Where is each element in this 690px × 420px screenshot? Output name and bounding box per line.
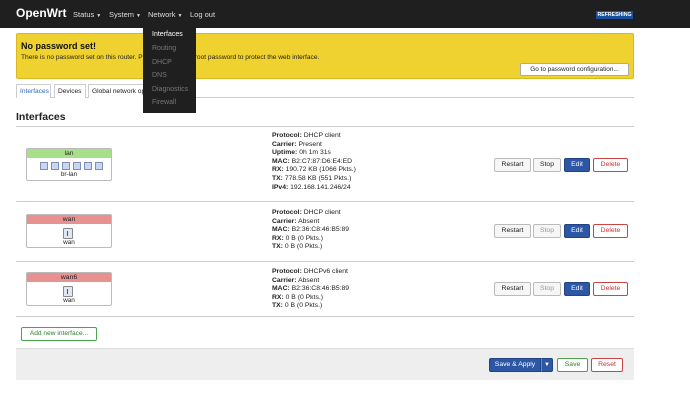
save-button[interactable]: Save: [557, 358, 588, 372]
interface-info-lan: Protocol: DHCP client Carrier: Present U…: [272, 132, 356, 192]
section-title: Interfaces: [16, 111, 66, 123]
alert-title: No password set!: [21, 41, 97, 51]
info-line: Protocol: DHCP client: [272, 209, 341, 216]
restart-button[interactable]: Restart: [494, 282, 531, 296]
menu-logout[interactable]: Log out: [190, 10, 215, 19]
info-line: Protocol: DHCPv6 client: [272, 268, 348, 275]
delete-button[interactable]: Delete: [593, 224, 628, 238]
interface-name: lan: [27, 149, 111, 158]
dropdown-item-interfaces[interactable]: Interfaces: [152, 31, 183, 38]
chevron-down-icon: ▼: [136, 13, 141, 19]
info-line: Protocol: DHCP client: [272, 132, 341, 139]
info-line: Uptime: 0h 1m 31s: [272, 149, 331, 157]
info-line: RX: 190.72 KB (1066 Pkts.): [272, 166, 356, 174]
chevron-down-icon: ▼: [96, 13, 102, 19]
menu-system-label: System: [109, 10, 135, 19]
interface-device: br-lan: [60, 171, 78, 178]
tab-interfaces[interactable]: Interfaces: [16, 84, 51, 98]
info-line: RX: 0 B (0 Pkts.): [272, 234, 323, 242]
interface-device: wan: [63, 297, 75, 304]
restart-button[interactable]: Restart: [494, 224, 531, 238]
tab-devices[interactable]: Devices: [54, 84, 86, 98]
edit-button[interactable]: Edit: [564, 224, 590, 238]
menu-system[interactable]: System ▼: [109, 10, 141, 19]
dropdown-item-dns[interactable]: DNS: [152, 72, 167, 79]
menu-status[interactable]: Status ▼: [73, 10, 101, 19]
dropdown-item-routing[interactable]: Routing: [152, 45, 176, 52]
add-interface-button[interactable]: Add new interface...: [21, 327, 97, 341]
interface-name: wan6: [27, 273, 111, 282]
interface-info-wan6: Protocol: DHCPv6 client Carrier: Absent …: [272, 268, 349, 311]
delete-button[interactable]: Delete: [593, 158, 628, 172]
interface-badge-wan[interactable]: wan wan: [26, 214, 112, 248]
interface-badge-lan[interactable]: lan br-lan: [26, 148, 112, 181]
dropdown-item-diagnostics[interactable]: Diagnostics: [152, 86, 188, 93]
ethernet-port-icon: [63, 228, 73, 239]
dropdown-item-firewall[interactable]: Firewall: [152, 99, 176, 106]
reset-button[interactable]: Reset: [591, 358, 623, 372]
tab-global-network-options[interactable]: Global network options: [88, 84, 144, 98]
brand-logo[interactable]: OpenWrt: [16, 6, 66, 20]
stop-button[interactable]: Stop: [533, 224, 561, 238]
network-dropdown-menu: Interfaces Routing DHCP DNS Diagnostics …: [143, 27, 196, 113]
menu-status-label: Status: [73, 10, 95, 19]
info-line: IPv4: 192.168.141.246/24: [272, 183, 351, 191]
info-line: RX: 0 B (0 Pkts.): [272, 293, 323, 301]
interface-device: wan: [63, 239, 75, 246]
table-row-wan6: wan6 wan Protocol: DHCPv6 client Carrier…: [16, 261, 634, 317]
interface-info-wan: Protocol: DHCP client Carrier: Absent MA…: [272, 209, 349, 252]
edit-button[interactable]: Edit: [564, 282, 590, 296]
info-line: TX: 0 B (0 Pkts.): [272, 243, 323, 251]
dropdown-item-dhcp[interactable]: DHCP: [152, 59, 172, 66]
info-line: TX: 0 B (0 Pkts.): [272, 302, 323, 310]
info-line: Carrier: Absent: [272, 276, 320, 284]
refreshing-badge[interactable]: REFRESHING: [596, 11, 633, 19]
chevron-down-icon: ▼: [177, 13, 183, 19]
tab-bar: Interfaces Devices Global network option…: [16, 84, 634, 98]
form-actions-bar: Save & Apply ▼ Save Reset: [16, 348, 634, 380]
save-apply-dropdown-icon[interactable]: ▼: [541, 358, 553, 372]
stop-button[interactable]: Stop: [533, 282, 561, 296]
info-line: MAC: B2:36:C8:46:B5:89: [272, 226, 350, 234]
interfaces-table: lan br-lan Protocol: DHCP client Carrier…: [16, 126, 634, 317]
top-navbar: OpenWrt Status ▼ System ▼ Network ▼ Log out…: [0, 0, 690, 28]
info-line: MAC: B2:36:C8:46:B5:89: [272, 285, 350, 293]
info-line: Carrier: Present: [272, 140, 322, 148]
table-row-lan: lan br-lan Protocol: DHCP client Carrier…: [16, 126, 634, 201]
save-apply-button[interactable]: Save & Apply: [489, 358, 541, 372]
menu-network[interactable]: Network ▼: [148, 10, 182, 19]
info-line: Carrier: Absent: [272, 217, 320, 225]
ethernet-port-icon: [63, 286, 73, 297]
info-line: TX: 778.58 KB (551 Pkts.): [272, 174, 352, 182]
menu-network-label: Network: [148, 10, 176, 19]
bridge-ports-icon: [32, 162, 106, 171]
interface-badge-wan6[interactable]: wan6 wan: [26, 272, 112, 306]
info-line: MAC: B2:C7:87:D6:E4:ED: [272, 157, 353, 165]
no-password-alert: No password set! There is no password se…: [16, 33, 634, 79]
delete-button[interactable]: Delete: [593, 282, 628, 296]
restart-button[interactable]: Restart: [494, 158, 531, 172]
edit-button[interactable]: Edit: [564, 158, 590, 172]
table-row-wan: wan wan Protocol: DHCP client Carrier: A…: [16, 201, 634, 261]
password-config-button[interactable]: Go to password configuration...: [520, 63, 629, 76]
stop-button[interactable]: Stop: [533, 158, 561, 172]
interface-name: wan: [27, 215, 111, 224]
